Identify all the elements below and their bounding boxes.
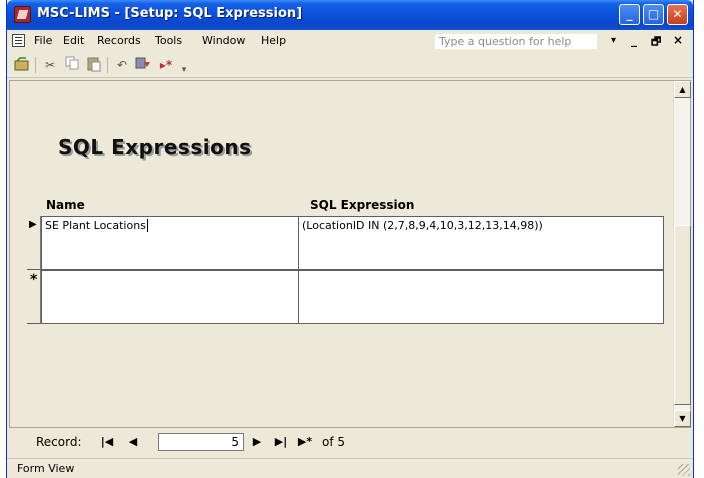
form-title: SQL Expressions xyxy=(58,135,252,159)
help-dropdown-icon[interactable]: ▾ xyxy=(611,35,616,46)
record-total: of 5 xyxy=(322,435,346,449)
form-system-menu-icon[interactable] xyxy=(12,34,25,47)
minimize-button[interactable]: _ xyxy=(619,4,640,25)
new-record-marker-icon: * xyxy=(30,272,38,288)
copy-icon[interactable] xyxy=(63,56,81,74)
paste-icon[interactable] xyxy=(85,56,103,74)
column-header-expression: SQL Expression xyxy=(310,198,415,212)
status-text: Form View xyxy=(17,462,75,475)
menu-edit[interactable]: Edit xyxy=(63,34,84,47)
record-label: Record: xyxy=(36,435,82,449)
current-record-icon: ▶ xyxy=(29,219,37,230)
app-window: MSC-LIMS - [Setup: SQL Expression] _ □ ✕… xyxy=(6,0,694,478)
new-record-button[interactable]: ▶* xyxy=(294,434,316,451)
toolbar: ✂ ↶ ▸* ▾ xyxy=(7,52,693,78)
scroll-up-button[interactable]: ▲ xyxy=(674,81,691,98)
records-grid: ▶ SE Plant Locations (LocationID IN (2,7… xyxy=(27,216,677,324)
msaccess-form-icon[interactable] xyxy=(14,6,31,23)
menu-window[interactable]: Window xyxy=(202,34,245,47)
record-selector[interactable]: ▶ xyxy=(27,216,41,270)
sql-expression-field[interactable]: (LocationID IN (2,7,8,9,4,10,3,12,13,14,… xyxy=(298,216,664,270)
new-record-selector[interactable]: * xyxy=(27,270,41,324)
record-number-input[interactable]: 5 xyxy=(158,433,244,451)
status-bar: Form View xyxy=(7,458,693,478)
help-search-input[interactable]: Type a question for help xyxy=(434,33,598,50)
new-record-icon[interactable]: ▸* xyxy=(157,56,175,74)
cut-icon[interactable]: ✂ xyxy=(41,56,59,74)
form-restore-button[interactable]: 🗗 xyxy=(651,33,661,52)
scroll-down-button[interactable]: ▼ xyxy=(674,410,691,427)
form-detail-area: SQL Expressions Name SQL Expression ▶ SE… xyxy=(9,80,691,451)
menu-help[interactable]: Help xyxy=(261,34,286,47)
form-minimize-button[interactable]: _ xyxy=(631,33,637,47)
menu-file[interactable]: File xyxy=(34,34,52,47)
scroll-thumb[interactable] xyxy=(674,225,691,405)
last-record-button[interactable]: ▶| xyxy=(270,434,292,451)
prev-record-button[interactable]: ◀ xyxy=(124,434,142,451)
window-title: MSC-LIMS - [Setup: SQL Expression] xyxy=(37,6,303,21)
maximize-button[interactable]: □ xyxy=(643,4,664,25)
vertical-scrollbar[interactable]: ▲ ▼ xyxy=(673,81,691,427)
new-name-field[interactable] xyxy=(41,270,299,293)
undo-icon[interactable]: ↶ xyxy=(113,56,131,74)
first-record-button[interactable]: |◀ xyxy=(96,434,118,451)
new-name-field-extra xyxy=(41,292,299,324)
menu-bar: File Edit Records Tools Window Help Type… xyxy=(7,30,693,52)
form-close-button[interactable]: × xyxy=(673,33,683,47)
new-sql-expression-field[interactable] xyxy=(298,270,664,324)
menu-records[interactable]: Records xyxy=(97,34,141,47)
name-field[interactable]: SE Plant Locations xyxy=(41,216,299,239)
column-header-name: Name xyxy=(46,198,85,212)
close-button[interactable]: ✕ xyxy=(667,4,688,25)
view-form-icon[interactable] xyxy=(13,56,31,74)
title-bar[interactable]: MSC-LIMS - [Setup: SQL Expression] _ □ ✕ xyxy=(7,0,693,30)
name-field-extra xyxy=(41,238,299,270)
next-record-button[interactable]: ▶ xyxy=(248,434,266,451)
resize-grip-icon[interactable] xyxy=(678,464,690,476)
menu-tools[interactable]: Tools xyxy=(155,34,182,47)
filter-icon[interactable] xyxy=(135,56,153,74)
more-icon[interactable]: ▾ xyxy=(175,61,193,79)
